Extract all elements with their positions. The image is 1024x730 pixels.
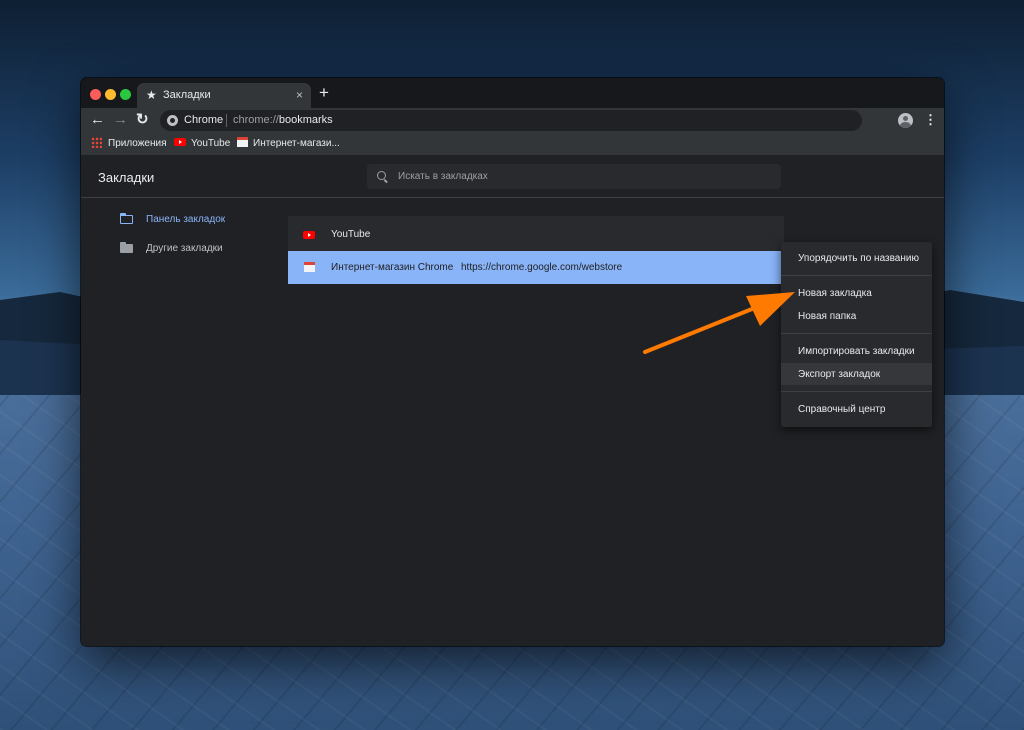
menu-item-help-center[interactable]: Справочный центр <box>781 398 932 420</box>
folder-open-icon <box>119 212 133 224</box>
bookmark-title: YouTube <box>331 229 371 240</box>
new-tab-button[interactable]: + <box>319 84 329 101</box>
chrome-icon <box>167 115 178 126</box>
organize-menu: Упорядочить по названию Новая закладка Н… <box>781 242 932 427</box>
sidebar-folder-label: Другие закладки <box>146 243 223 254</box>
omnibox[interactable]: Chrome chrome://bookmarks ☆ <box>160 110 862 131</box>
bookmarks-bar-apps[interactable]: Приложения <box>108 138 167 152</box>
menu-divider <box>781 275 932 276</box>
close-window-button[interactable] <box>90 89 101 100</box>
search-placeholder: Искать в закладках <box>398 171 488 182</box>
youtube-icon <box>303 231 315 239</box>
profile-avatar-icon[interactable] <box>898 113 913 128</box>
sidebar-folder-label: Панель закладок <box>146 214 226 225</box>
omnibox-site-chip: Chrome <box>184 114 224 126</box>
page-title: Закладки <box>98 170 155 185</box>
menu-item-new-folder[interactable]: Новая папка <box>781 305 932 327</box>
browser-window: ★ Закладки × + ← → ↻ Chrome chrome://boo… <box>81 78 944 646</box>
menu-item-export-bookmarks[interactable]: Экспорт закладок <box>781 363 932 385</box>
bookmark-url: https://chrome.google.com/webstore <box>461 262 623 273</box>
search-input[interactable]: Искать в закладках <box>367 164 781 189</box>
bookmarks-bar: Приложения YouTube Интернет-магази... <box>81 133 944 156</box>
tab-close-icon[interactable]: × <box>296 88 303 102</box>
bookmark-list: YouTube Интернет-магазин Chrome https://… <box>288 216 784 284</box>
webstore-icon <box>237 137 248 148</box>
search-icon <box>377 171 386 180</box>
reload-button[interactable]: ↻ <box>136 111 149 129</box>
menu-divider <box>781 391 932 392</box>
bookmarks-page: Закладки Искать в закладках Панель закла… <box>81 155 944 646</box>
apps-icon <box>91 137 102 148</box>
folder-icon <box>120 242 133 253</box>
tab-title: Закладки <box>163 89 211 101</box>
browser-menu-icon[interactable]: ⋮ <box>924 112 937 128</box>
omnibox-divider <box>226 114 227 127</box>
maximize-window-button[interactable] <box>120 89 131 100</box>
bookmarks-bar-youtube[interactable]: YouTube <box>174 138 230 152</box>
menu-divider <box>781 333 932 334</box>
star-icon: ★ <box>146 88 157 102</box>
bookmarks-bar-webstore[interactable]: Интернет-магази... <box>237 137 340 152</box>
bookmark-row-youtube[interactable]: YouTube <box>288 218 784 251</box>
bookmark-row-webstore[interactable]: Интернет-магазин Chrome https://chrome.g… <box>288 251 784 284</box>
tab-bookmarks[interactable]: ★ Закладки × <box>137 83 311 108</box>
toolbar: ← → ↻ Chrome chrome://bookmarks ☆ ⋮ <box>81 108 944 133</box>
forward-button[interactable]: → <box>113 111 128 129</box>
menu-item-import-bookmarks[interactable]: Импортировать закладки <box>781 340 932 362</box>
menu-item-sort-by-name[interactable]: Упорядочить по названию <box>781 247 932 269</box>
tab-strip: ★ Закладки × + <box>81 78 944 108</box>
page-header: Закладки Искать в закладках <box>81 155 944 198</box>
omnibox-url[interactable]: chrome://bookmarks <box>233 114 333 126</box>
menu-item-new-bookmark[interactable]: Новая закладка <box>781 282 932 304</box>
minimize-window-button[interactable] <box>105 89 116 100</box>
bookmark-title: Интернет-магазин Chrome <box>331 262 454 273</box>
back-button[interactable]: ← <box>90 111 105 129</box>
webstore-icon <box>304 262 315 272</box>
youtube-icon <box>174 138 186 147</box>
